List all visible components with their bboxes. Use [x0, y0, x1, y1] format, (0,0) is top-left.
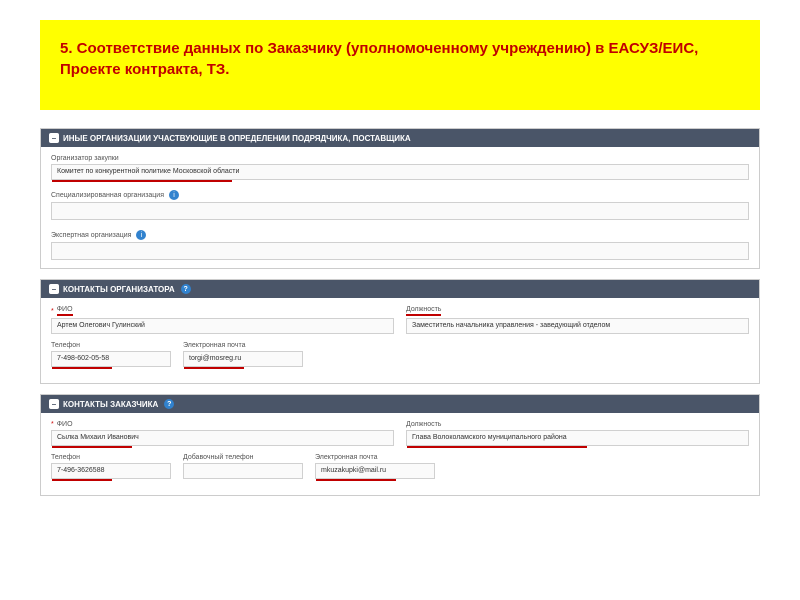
position-label: Должность	[406, 306, 749, 316]
extra-phone-input[interactable]	[183, 463, 303, 479]
organizer-label: Организатор закупки	[51, 155, 749, 162]
expert-label: Экспертная организация i	[51, 230, 749, 240]
phone-input[interactable]: 7-498-602-05-58	[51, 351, 171, 367]
collapse-icon[interactable]: –	[49, 284, 59, 294]
collapse-icon[interactable]: –	[49, 133, 59, 143]
phone-label: Телефон	[51, 342, 171, 349]
info-icon[interactable]: ?	[181, 284, 191, 294]
info-icon[interactable]: ?	[164, 399, 174, 409]
email-input[interactable]: torgi@mosreg.ru	[183, 351, 303, 367]
panel-header-other-orgs[interactable]: – ИНЫЕ ОРГАНИЗАЦИИ УЧАСТВУЮЩИЕ В ОПРЕДЕЛ…	[41, 129, 759, 147]
info-icon[interactable]: i	[169, 190, 179, 200]
panel-title: КОНТАКТЫ ЗАКАЗЧИКА	[63, 400, 158, 409]
collapse-icon[interactable]: –	[49, 399, 59, 409]
title-banner: 5. Соответствие данных по Заказчику (упо…	[40, 20, 760, 110]
panel-title: КОНТАКТЫ ОРГАНИЗАТОРА	[63, 285, 175, 294]
organizer-input[interactable]: Комитет по конкурентной политике Московс…	[51, 164, 749, 180]
fio-label: *ФИО	[51, 421, 394, 428]
expert-field: Экспертная организация i	[51, 230, 749, 260]
panel-customer-contacts: – КОНТАКТЫ ЗАКАЗЧИКА ? *ФИО Сылка Михаил…	[40, 394, 760, 496]
email-label: Электронная почта	[183, 342, 303, 349]
specialized-field: Специализированная организация i	[51, 190, 749, 220]
position-input[interactable]: Глава Волоколамского муниципального райо…	[406, 430, 749, 446]
email-field: Электронная почта torgi@mosreg.ru	[183, 342, 303, 367]
panel-other-orgs: – ИНЫЕ ОРГАНИЗАЦИИ УЧАСТВУЮЩИЕ В ОПРЕДЕЛ…	[40, 128, 760, 269]
fio-input[interactable]: Сылка Михаил Иванович	[51, 430, 394, 446]
panel-header-customer[interactable]: – КОНТАКТЫ ЗАКАЗЧИКА ?	[41, 395, 759, 413]
banner-title: 5. Соответствие данных по Заказчику (упо…	[60, 38, 740, 80]
fio-input[interactable]: Артем Олегович Гулинский	[51, 318, 394, 334]
panel-organizer-contacts: – КОНТАКТЫ ОРГАНИЗАТОРА ? *ФИО Артем Оле…	[40, 279, 760, 384]
email-input[interactable]: mkuzakupki@mail.ru	[315, 463, 435, 479]
organizer-field: Организатор закупки Комитет по конкурент…	[51, 155, 749, 180]
extra-phone-label: Добавочный телефон	[183, 454, 303, 461]
phone-field: Телефон 7-496-3626588	[51, 454, 171, 479]
position-input[interactable]: Заместитель начальника управления - заве…	[406, 318, 749, 334]
panel-body: Организатор закупки Комитет по конкурент…	[41, 147, 759, 268]
fio-field: *ФИО Артем Олегович Гулинский	[51, 306, 394, 334]
position-field: Должность Глава Волоколамского муниципал…	[406, 421, 749, 446]
email-field: Электронная почта mkuzakupki@mail.ru	[315, 454, 435, 479]
info-icon[interactable]: i	[136, 230, 146, 240]
phone-input[interactable]: 7-496-3626588	[51, 463, 171, 479]
panel-body: *ФИО Сылка Михаил Иванович Должность Гла…	[41, 413, 759, 495]
specialized-input[interactable]	[51, 202, 749, 220]
slide-container: 5. Соответствие данных по Заказчику (упо…	[0, 0, 800, 526]
fio-label: *ФИО	[51, 306, 394, 316]
phone-field: Телефон 7-498-602-05-58	[51, 342, 171, 367]
email-label: Электронная почта	[315, 454, 435, 461]
extra-phone-field: Добавочный телефон	[183, 454, 303, 479]
position-field: Должность Заместитель начальника управле…	[406, 306, 749, 334]
panel-title: ИНЫЕ ОРГАНИЗАЦИИ УЧАСТВУЮЩИЕ В ОПРЕДЕЛЕН…	[63, 134, 411, 143]
phone-label: Телефон	[51, 454, 171, 461]
position-label: Должность	[406, 421, 749, 428]
expert-input[interactable]	[51, 242, 749, 260]
specialized-label: Специализированная организация i	[51, 190, 749, 200]
fio-field: *ФИО Сылка Михаил Иванович	[51, 421, 394, 446]
panel-header-organizer[interactable]: – КОНТАКТЫ ОРГАНИЗАТОРА ?	[41, 280, 759, 298]
panel-body: *ФИО Артем Олегович Гулинский Должность …	[41, 298, 759, 383]
